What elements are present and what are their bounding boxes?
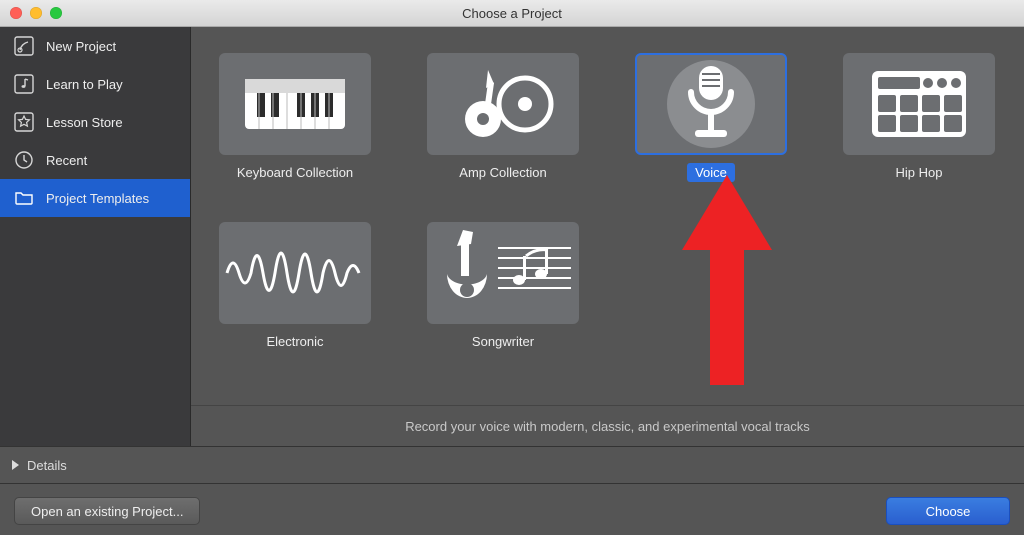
note-icon — [14, 74, 34, 94]
sidebar-item-recent[interactable]: Recent — [0, 141, 190, 179]
folder-icon — [14, 188, 34, 208]
content-area: Keyboard Collection — [191, 27, 1024, 446]
button-label: Choose — [926, 504, 971, 519]
amp-icon — [427, 53, 579, 155]
waveform-icon — [219, 222, 371, 324]
title-bar: Choose a Project — [0, 0, 1024, 27]
template-amp-collection[interactable]: Amp Collection — [429, 53, 577, 182]
drum-pad-icon — [843, 53, 995, 155]
template-description: Record your voice with modern, classic, … — [191, 405, 1024, 446]
guitar-icon — [14, 36, 34, 56]
keyboard-icon — [219, 53, 371, 155]
details-label: Details — [27, 458, 67, 473]
button-label: Open an existing Project... — [31, 504, 183, 519]
window-title: Choose a Project — [0, 6, 1024, 21]
sidebar: New Project Learn to Play Lesson Store R… — [0, 27, 191, 446]
template-electronic[interactable]: Electronic — [221, 222, 369, 351]
details-disclosure[interactable]: Details — [0, 446, 1024, 483]
disclosure-triangle-icon — [12, 460, 19, 470]
template-label: Hip Hop — [888, 163, 951, 182]
template-voice[interactable]: Voice — [637, 53, 785, 182]
clock-icon — [14, 150, 34, 170]
sidebar-item-lesson-store[interactable]: Lesson Store — [0, 103, 190, 141]
footer-bar: Open an existing Project... Choose — [0, 483, 1024, 535]
sidebar-item-learn-to-play[interactable]: Learn to Play — [0, 65, 190, 103]
sidebar-item-label: Lesson Store — [46, 115, 123, 130]
template-label: Keyboard Collection — [229, 163, 361, 182]
template-keyboard-collection[interactable]: Keyboard Collection — [221, 53, 369, 182]
template-songwriter[interactable]: Songwriter — [429, 222, 577, 351]
template-hip-hop[interactable]: Hip Hop — [845, 53, 993, 182]
sidebar-item-label: New Project — [46, 39, 116, 54]
templates-grid: Keyboard Collection — [191, 27, 1024, 405]
sidebar-item-label: Project Templates — [46, 191, 149, 206]
sidebar-item-label: Recent — [46, 153, 87, 168]
microphone-icon — [635, 53, 787, 155]
sidebar-item-new-project[interactable]: New Project — [0, 27, 190, 65]
songwriter-icon — [427, 222, 579, 324]
sidebar-item-label: Learn to Play — [46, 77, 123, 92]
star-icon — [14, 112, 34, 132]
open-existing-project-button[interactable]: Open an existing Project... — [14, 497, 200, 525]
template-label: Songwriter — [464, 332, 542, 351]
template-label: Electronic — [258, 332, 331, 351]
sidebar-item-project-templates[interactable]: Project Templates — [0, 179, 190, 217]
template-label: Amp Collection — [451, 163, 554, 182]
choose-button[interactable]: Choose — [886, 497, 1010, 525]
annotation-arrow-icon — [682, 175, 772, 385]
